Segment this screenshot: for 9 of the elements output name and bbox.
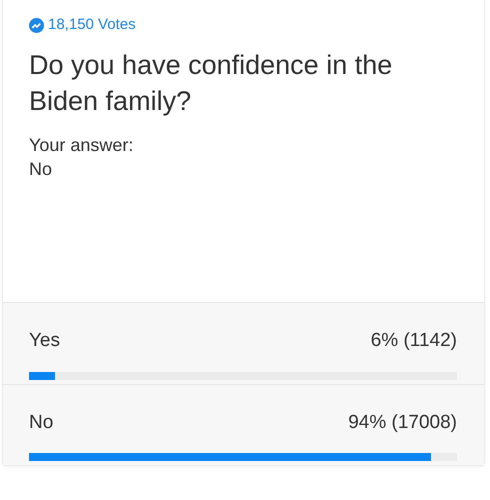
- option-result: 94% (17008): [348, 410, 457, 434]
- trend-icon: [29, 18, 44, 33]
- answer-label: Your answer:: [29, 134, 134, 156]
- option-label: No: [29, 410, 54, 434]
- vote-count: 18,150 Votes: [48, 15, 136, 35]
- answer-value: No: [29, 158, 54, 180]
- option-label: Yes: [29, 329, 60, 353]
- option-result: 6% (1142): [370, 329, 457, 353]
- poll-question: Do you have confidence in the Biden family?: [29, 48, 394, 118]
